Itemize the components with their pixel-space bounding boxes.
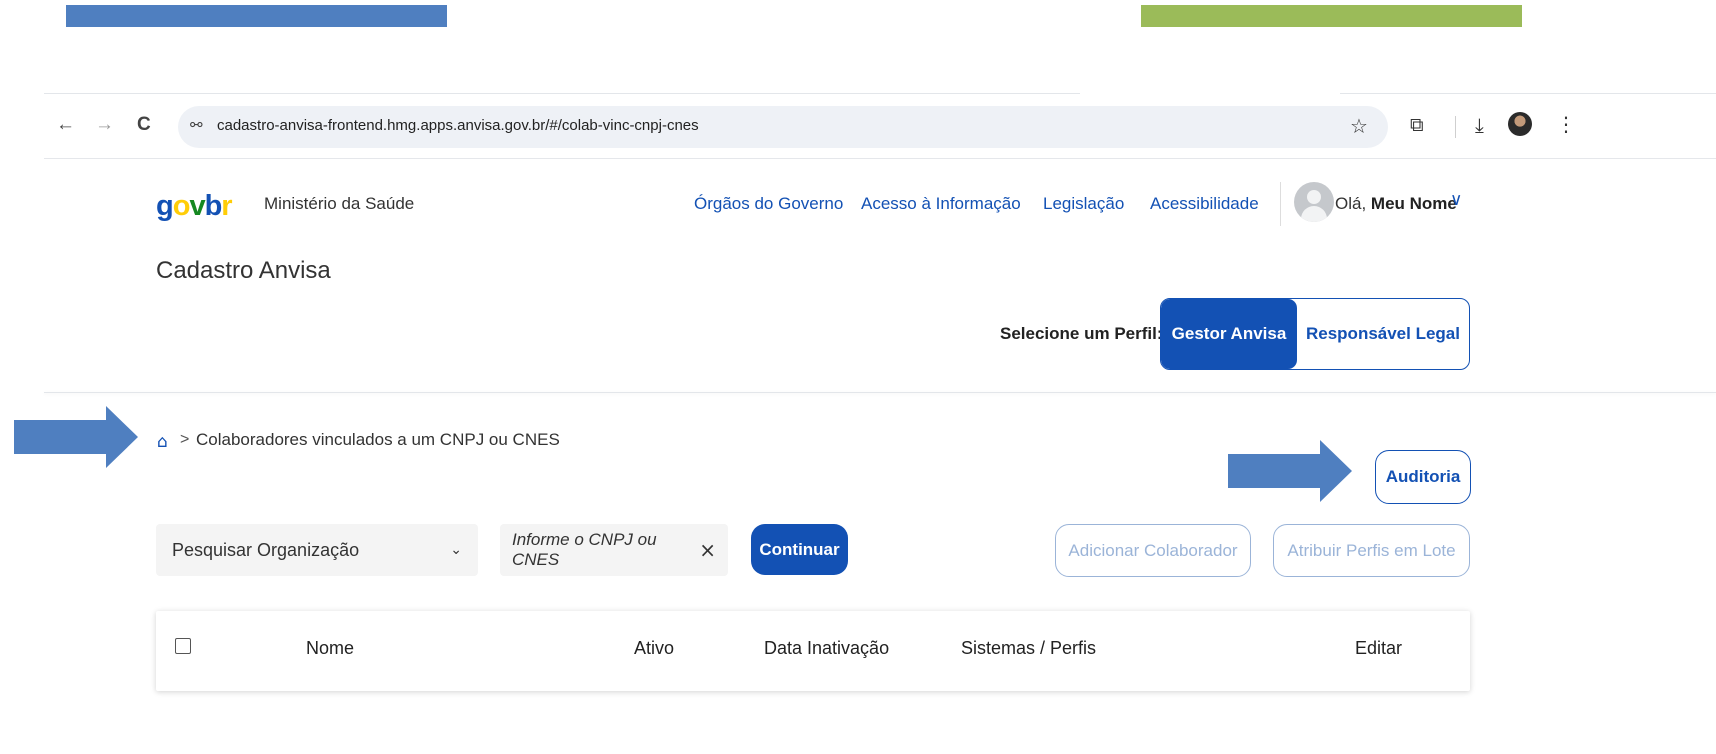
- annotation-arrow-left: [14, 406, 138, 468]
- browser-profile-avatar[interactable]: [1508, 112, 1532, 136]
- back-icon[interactable]: ←: [56, 114, 75, 136]
- adicionar-colaborador-button[interactable]: Adicionar Colaborador: [1055, 524, 1251, 577]
- column-header-ativo[interactable]: Ativo: [634, 638, 674, 659]
- govbr-logo[interactable]: govbr: [156, 190, 233, 223]
- organization-select[interactable]: Pesquisar Organização ⌄: [156, 524, 478, 576]
- link-orgaos-governo[interactable]: Órgãos do Governo: [694, 194, 843, 214]
- link-acesso-informacao[interactable]: Acesso à Informação: [861, 194, 1021, 214]
- column-header-sistemas-perfis[interactable]: Sistemas / Perfis: [961, 638, 1096, 659]
- profile-option-gestor-anvisa[interactable]: Gestor Anvisa: [1161, 299, 1297, 369]
- chevron-down-icon[interactable]: ∨: [1450, 190, 1462, 210]
- annotation-arrow-right: [1228, 440, 1352, 502]
- link-acessibilidade[interactable]: Acessibilidade: [1150, 194, 1259, 214]
- reload-icon[interactable]: C: [137, 114, 151, 136]
- toolbar-separator: [1455, 116, 1456, 138]
- browser-top-border: [44, 93, 1080, 94]
- profile-option-responsavel-legal[interactable]: Responsável Legal: [1297, 299, 1469, 369]
- annotation-bar-green: [1141, 5, 1522, 27]
- app-title: Cadastro Anvisa: [156, 257, 331, 284]
- atribuir-perfis-lote-button[interactable]: Atribuir Perfis em Lote: [1273, 524, 1470, 577]
- profile-switch[interactable]: Gestor Anvisa Responsável Legal: [1160, 298, 1470, 370]
- column-header-editar[interactable]: Editar: [1355, 638, 1402, 659]
- header-divider: [1280, 182, 1281, 226]
- browser-menu-icon[interactable]: ⋮: [1556, 112, 1576, 136]
- link-legislacao[interactable]: Legislação: [1043, 194, 1124, 214]
- ministry-name: Ministério da Saúde: [264, 194, 415, 213]
- cnpj-cnes-placeholder: Informe o CNPJ ou CNES: [512, 530, 657, 569]
- url-text[interactable]: cadastro-anvisa-frontend.hmg.apps.anvisa…: [217, 117, 699, 134]
- extensions-icon[interactable]: ⧉: [1410, 114, 1424, 136]
- browser-top-border-right: [1340, 93, 1716, 94]
- chevron-down-icon: ⌄: [450, 542, 462, 558]
- continuar-button[interactable]: Continuar: [751, 524, 848, 575]
- select-all-checkbox[interactable]: [175, 638, 191, 654]
- browser-toolbar-divider: [44, 158, 1716, 159]
- header-bottom-border: [44, 392, 1716, 393]
- organization-select-value: Pesquisar Organização: [172, 539, 360, 560]
- user-greeting[interactable]: Olá, Meu Nome: [1335, 194, 1457, 214]
- column-header-data-inativacao[interactable]: Data Inativação: [764, 638, 889, 659]
- home-icon[interactable]: ⌂: [157, 432, 168, 452]
- cnpj-cnes-input[interactable]: Informe o CNPJ ou CNES ×: [500, 524, 728, 576]
- forward-icon[interactable]: →: [95, 114, 114, 136]
- bookmark-star-icon[interactable]: ☆: [1350, 114, 1368, 138]
- column-header-nome[interactable]: Nome: [306, 638, 354, 659]
- auditoria-button[interactable]: Auditoria: [1375, 450, 1471, 504]
- breadcrumb-current: Colaboradores vinculados a um CNPJ ou CN…: [196, 430, 560, 449]
- clear-icon[interactable]: ×: [699, 538, 716, 562]
- annotation-bar-blue: [66, 5, 447, 27]
- download-icon[interactable]: ⤓: [1475, 113, 1484, 137]
- profile-label: Selecione um Perfil:: [1000, 324, 1163, 343]
- site-info-icon[interactable]: ⚯: [190, 116, 203, 134]
- breadcrumb-separator: >: [180, 431, 190, 448]
- user-avatar[interactable]: [1294, 182, 1334, 222]
